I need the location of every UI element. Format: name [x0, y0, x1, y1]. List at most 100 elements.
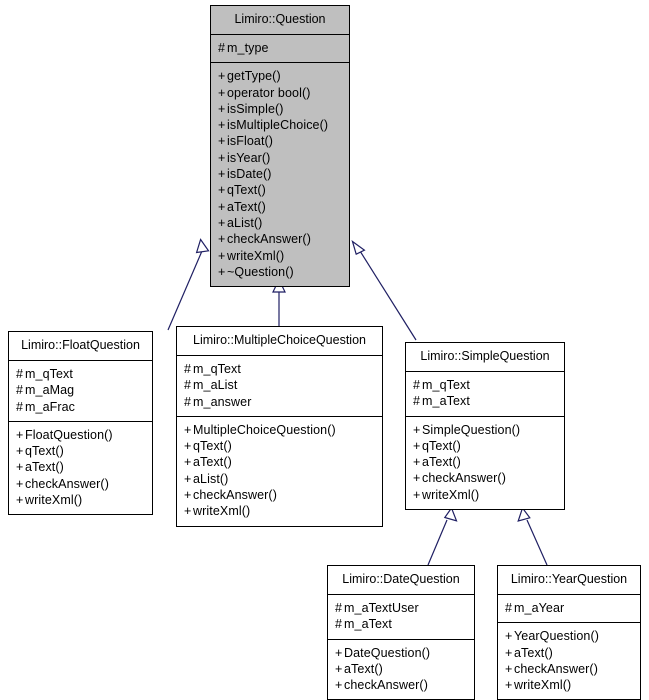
- member-label: checkAnswer(): [193, 488, 277, 503]
- class-name-floatquestion: Limiro::FloatQuestion: [21, 338, 140, 352]
- visibility-marker: +: [505, 678, 513, 693]
- member-label: m_aMag: [25, 383, 75, 398]
- member-label: aText(): [514, 645, 553, 660]
- member-label: m_answer: [193, 394, 252, 409]
- uml-class-yearquestion[interactable]: Limiro::YearQuestion # m_aYear + YearQuest…: [497, 565, 641, 700]
- class-member: + isYear(): [218, 150, 342, 166]
- class-name-datequestion: Limiro::DateQuestion: [342, 572, 460, 586]
- uml-class-question[interactable]: Limiro::Question # m_type + getType() + ope…: [210, 5, 350, 288]
- member-label: m_qText: [193, 362, 241, 376]
- visibility-marker: +: [184, 504, 192, 519]
- visibility-marker: +: [218, 101, 226, 116]
- visibility-marker: +: [335, 661, 343, 676]
- visibility-marker: #: [218, 41, 226, 55]
- class-member: + aList(): [184, 471, 375, 487]
- attributes-compartment-yearquestion: # m_aYear: [498, 594, 640, 622]
- class-member: + operator bool(): [218, 85, 342, 101]
- visibility-marker: #: [335, 617, 343, 632]
- class-member: + checkAnswer(): [184, 487, 375, 503]
- operations-compartment-datequestion: + DateQuestion() + aText() + checkAnswer(): [328, 638, 474, 700]
- class-member: + ~Question(): [218, 264, 342, 280]
- visibility-marker: +: [16, 427, 24, 442]
- class-member: + writeXml(): [184, 503, 375, 519]
- member-label: checkAnswer(): [227, 232, 311, 247]
- uml-class-datequestion[interactable]: Limiro::DateQuestion # m_aTextUser # m_aTe…: [327, 565, 475, 700]
- member-label: isSimple(): [227, 101, 284, 116]
- uml-class-floatquestion[interactable]: Limiro::FloatQuestion # m_qText # m_aMag #…: [8, 331, 153, 516]
- class-member: + FloatQuestion(): [16, 427, 145, 443]
- visibility-marker: +: [218, 134, 226, 149]
- class-member: + writeXml(): [413, 487, 557, 503]
- member-label: m_aText: [422, 394, 470, 409]
- class-member: + checkAnswer(): [335, 677, 467, 693]
- visibility-marker: #: [184, 362, 192, 376]
- visibility-marker: +: [184, 455, 192, 470]
- member-label: aList(): [193, 471, 229, 486]
- attributes-compartment-simplequestion: # m_qText # m_aText: [406, 371, 564, 416]
- visibility-marker: +: [335, 645, 343, 660]
- visibility-marker: #: [335, 601, 343, 615]
- member-label: checkAnswer(): [514, 661, 598, 676]
- class-member: + isDate(): [218, 166, 342, 182]
- class-member: # m_aText: [413, 393, 557, 409]
- visibility-marker: +: [505, 629, 513, 644]
- member-label: writeXml(): [25, 493, 83, 508]
- visibility-marker: +: [218, 118, 226, 133]
- class-member: + aText(): [218, 199, 342, 215]
- class-member: + qText(): [16, 443, 145, 459]
- visibility-marker: +: [218, 215, 226, 230]
- visibility-marker: #: [505, 601, 513, 615]
- class-member: + checkAnswer(): [413, 470, 557, 486]
- member-label: writeXml(): [227, 248, 285, 263]
- member-label: m_type: [227, 41, 269, 55]
- class-member: + aText(): [184, 454, 375, 470]
- member-label: qText(): [422, 438, 461, 453]
- class-member: # m_aTextUser: [335, 600, 467, 616]
- visibility-marker: +: [184, 439, 192, 454]
- class-member: + isSimple(): [218, 101, 342, 117]
- visibility-marker: +: [413, 422, 421, 437]
- class-member: + checkAnswer(): [218, 231, 342, 247]
- member-label: isDate(): [227, 167, 272, 182]
- member-label: m_qText: [25, 367, 73, 381]
- member-label: aText(): [193, 455, 232, 470]
- class-member: # m_aMag: [16, 382, 145, 398]
- uml-class-multiplechoicequestion[interactable]: Limiro::MultipleChoiceQuestion # m_qText …: [176, 326, 383, 527]
- class-member: + qText(): [184, 438, 375, 454]
- inheritance-edge-yearquestion-simplequestion: [517, 506, 548, 566]
- visibility-marker: +: [218, 264, 226, 279]
- member-label: m_aList: [193, 378, 238, 393]
- class-member: + isMultipleChoice(): [218, 117, 342, 133]
- class-member: + aList(): [218, 215, 342, 231]
- attributes-compartment-datequestion: # m_aTextUser # m_aText: [328, 594, 474, 639]
- member-label: m_qText: [422, 378, 470, 392]
- class-member: + writeXml(): [218, 248, 342, 264]
- member-label: m_aYear: [514, 601, 565, 615]
- member-label: writeXml(): [514, 678, 572, 693]
- operations-compartment-floatquestion: + FloatQuestion() + qText() + aText() + chec…: [9, 420, 152, 514]
- member-label: aText(): [422, 455, 461, 470]
- visibility-marker: +: [413, 455, 421, 470]
- class-member: # m_aFrac: [16, 399, 145, 415]
- class-name-yearquestion: Limiro::YearQuestion: [510, 572, 628, 586]
- class-member: + aText(): [505, 645, 633, 661]
- member-label: aText(): [25, 460, 64, 475]
- class-member: # m_aYear: [505, 600, 633, 616]
- class-name-multiplechoicequestion: Limiro::MultipleChoiceQuestion: [193, 333, 366, 347]
- class-member: # m_qText: [413, 377, 557, 393]
- visibility-marker: +: [218, 69, 226, 84]
- class-member: + MultipleChoiceQuestion(): [184, 422, 375, 438]
- member-label: isFloat(): [227, 134, 274, 149]
- visibility-marker: #: [16, 383, 24, 398]
- visibility-marker: +: [218, 150, 226, 165]
- class-member: + aText(): [413, 454, 557, 470]
- visibility-marker: +: [218, 85, 226, 100]
- visibility-marker: +: [184, 488, 192, 503]
- uml-class-simplequestion[interactable]: Limiro::SimpleQuestion # m_qText # m_aText…: [405, 342, 565, 511]
- visibility-marker: +: [413, 471, 421, 486]
- class-member: + DateQuestion(): [335, 645, 467, 661]
- visibility-marker: +: [184, 422, 192, 437]
- class-name-question: Limiro::Question: [234, 12, 326, 26]
- visibility-marker: +: [335, 678, 343, 693]
- visibility-marker: +: [16, 493, 24, 508]
